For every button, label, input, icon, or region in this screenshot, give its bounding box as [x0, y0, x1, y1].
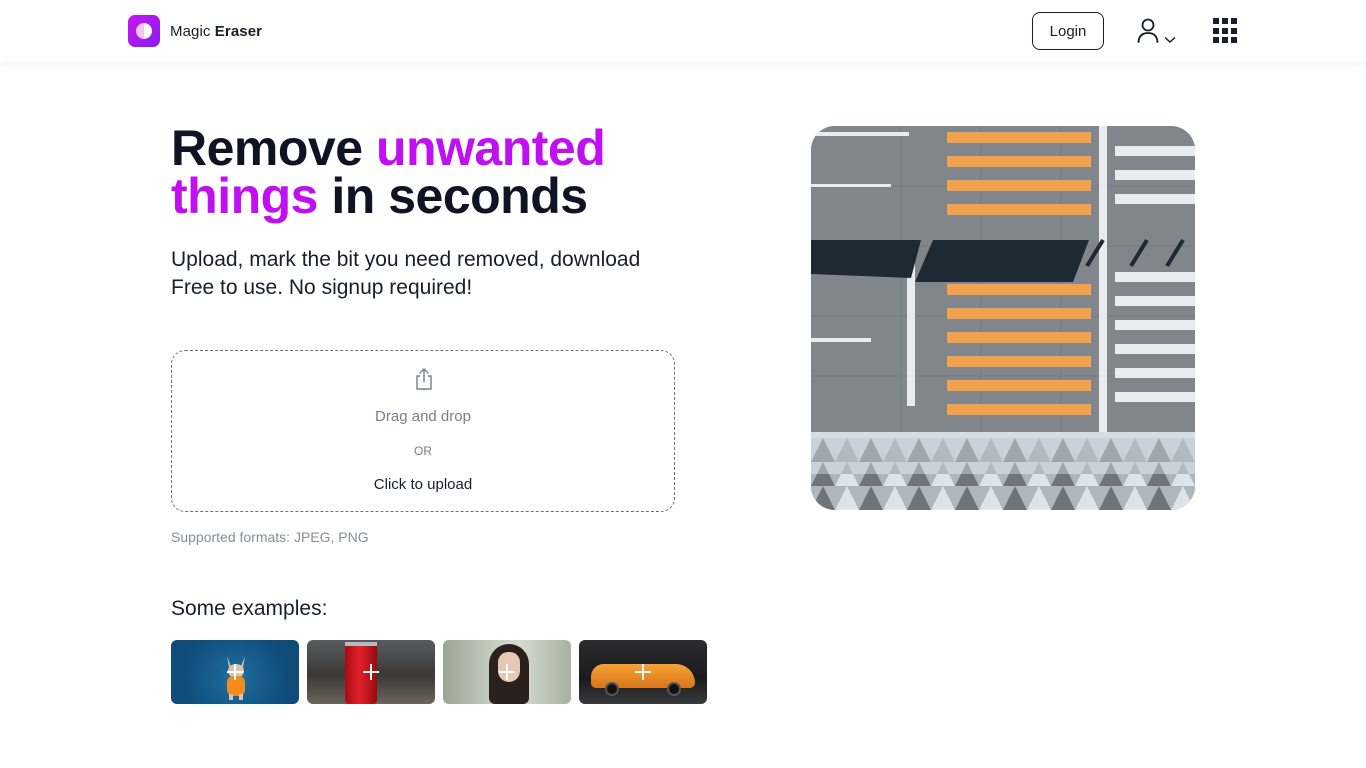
example-thumb-woman[interactable] — [443, 640, 571, 704]
add-icon — [499, 664, 515, 680]
click-to-upload-link[interactable]: Click to upload — [172, 476, 674, 493]
hero-image — [811, 126, 1195, 510]
headline-accent-2: things — [171, 168, 318, 224]
add-icon — [363, 664, 379, 680]
logo-icon — [128, 15, 160, 47]
add-icon — [227, 664, 243, 680]
examples-heading: Some examples: — [171, 597, 328, 620]
login-button[interactable]: Login — [1032, 12, 1104, 50]
drag-and-drop-text: Drag and drop — [375, 408, 471, 425]
user-menu-button[interactable] — [1136, 18, 1176, 44]
car-wheel-rear — [667, 682, 681, 696]
brand-logo[interactable]: Magic Eraser — [128, 15, 262, 47]
brand-name-bold: Eraser — [214, 22, 263, 40]
brand-name-regular: Magic — [170, 22, 211, 40]
example-thumb-car[interactable] — [579, 640, 707, 704]
example-thumb-dog[interactable] — [171, 640, 299, 704]
add-icon — [635, 664, 651, 680]
subtitle: Upload, mark the bit you need removed, d… — [171, 246, 711, 302]
headline-part2: in seconds — [317, 168, 588, 224]
chevron-down-icon — [1164, 36, 1176, 43]
crosswalk-aerial-image — [811, 126, 1195, 510]
upload-dropzone[interactable]: Drag and drop OR Click to upload — [171, 350, 675, 512]
upload-icon — [416, 368, 432, 390]
subtitle-line-2: Free to use. No signup required! — [171, 276, 473, 299]
or-divider-text: OR — [414, 444, 432, 458]
apps-grid-icon[interactable] — [1213, 18, 1239, 44]
user-icon — [1137, 18, 1159, 43]
subtitle-line-1: Upload, mark the bit you need removed, d… — [171, 248, 641, 271]
brand-name: Magic Eraser — [170, 23, 262, 40]
car-wheel-front — [605, 682, 619, 696]
page-title: Remove unwanted things in seconds — [171, 123, 711, 221]
examples-list — [171, 640, 707, 704]
example-thumb-coke[interactable] — [307, 640, 435, 704]
top-navbar: Magic Eraser Login — [0, 0, 1366, 62]
supported-formats-text: Supported formats: JPEG, PNG — [171, 529, 369, 545]
